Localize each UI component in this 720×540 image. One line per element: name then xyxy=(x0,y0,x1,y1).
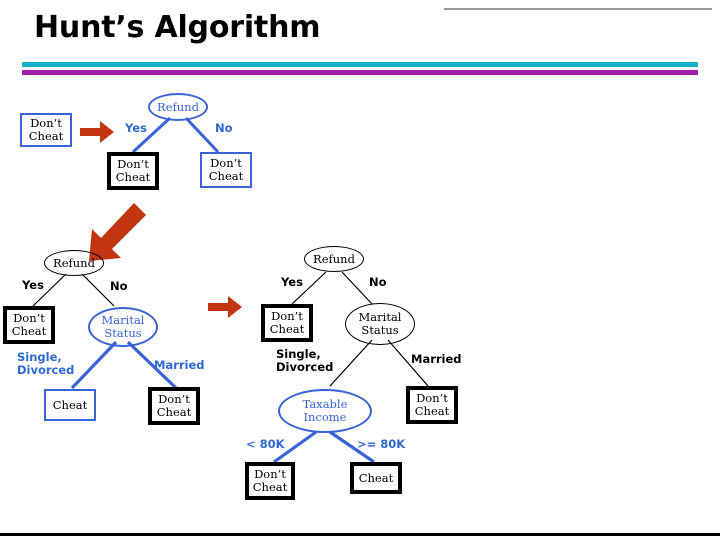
tree2-leaf-cheat[interactable]: Cheat xyxy=(44,389,96,421)
footer-rule xyxy=(0,533,720,536)
tree3-root-refund[interactable]: Refund xyxy=(304,246,364,272)
tree2-node-marital-status[interactable]: Marital Status xyxy=(88,307,158,347)
tree3-leaf-married[interactable]: Don’t Cheat xyxy=(406,386,458,424)
tree1-root-refund[interactable]: Refund xyxy=(148,93,208,121)
slide-canvas: Hunt’s Algorithm Don’t Cheat Refund Yes … xyxy=(0,0,720,540)
tree-edges xyxy=(32,116,429,464)
arrow-right-icon-2 xyxy=(208,296,242,318)
training-data-table: Tid Refund Marital Status Taxable Income… xyxy=(444,8,712,10)
tree3-node-taxable-income[interactable]: Taxable Income xyxy=(278,389,372,433)
tree3-node-marital-status[interactable]: Marital Status xyxy=(345,303,415,345)
title-rule-magenta xyxy=(22,70,698,75)
tree3-edge-label-ge-80k: >= 80K xyxy=(357,437,406,451)
tree1-edge-label-no: No xyxy=(215,121,233,135)
tree0-root-leaf[interactable]: Don’t Cheat xyxy=(20,113,72,147)
tree3-leaf-yes[interactable]: Don’t Cheat xyxy=(261,304,313,342)
tree2-edge-label-married: Married xyxy=(154,358,205,372)
tree2-edge-label-single-divorced: Single, Divorced xyxy=(17,350,75,377)
tree2-leaf-married[interactable]: Don’t Cheat xyxy=(148,387,200,425)
tree1-edge-label-yes: Yes xyxy=(125,121,147,135)
arrow-down-left-icon xyxy=(89,203,146,261)
tree1-leaf-yes[interactable]: Don’t Cheat xyxy=(107,152,159,190)
tree3-edge-label-single-divorced: Single, Divorced xyxy=(276,347,334,374)
tree3-edge-label-yes: Yes xyxy=(281,275,303,289)
tree2-leaf-yes[interactable]: Don’t Cheat xyxy=(3,306,55,344)
tree3-edge-label-no: No xyxy=(369,275,387,289)
tree3-edge-label-married: Married xyxy=(411,352,462,366)
tree3-edge-label-lt-80k: < 80K xyxy=(246,437,285,451)
tree2-edge-label-yes: Yes xyxy=(22,278,44,292)
tree3-leaf-lt-80k[interactable]: Don’t Cheat xyxy=(245,462,295,500)
page-title: Hunt’s Algorithm xyxy=(34,10,321,45)
tree1-leaf-no[interactable]: Don’t Cheat xyxy=(200,152,252,188)
tree2-edge-label-no: No xyxy=(110,279,128,293)
arrow-right-icon xyxy=(80,121,114,143)
tree3-leaf-ge-80k[interactable]: Cheat xyxy=(350,462,402,494)
title-rule-cyan xyxy=(22,62,698,67)
tree2-root-refund[interactable]: Refund xyxy=(44,250,104,276)
